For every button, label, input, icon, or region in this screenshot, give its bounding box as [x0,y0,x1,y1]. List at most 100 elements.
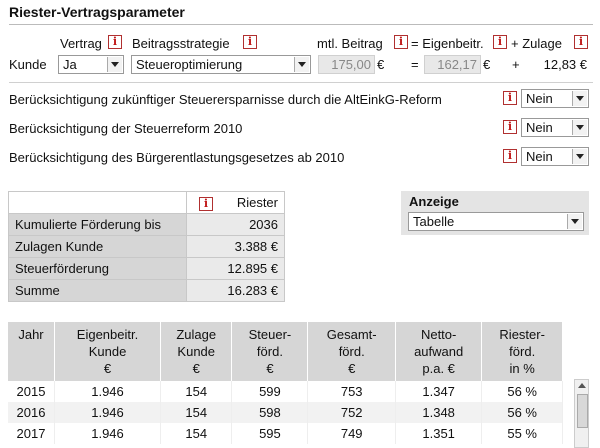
table-cell: 752 [307,402,396,423]
col-header-eigenbeitrag: Eigenbeitr. Kunde € [54,322,162,381]
summary-row-value: 3.388 € [186,235,285,258]
summary-row: Steuerförderung 12.895 € [8,257,285,280]
table-cell: 154 [160,381,233,402]
page-title: Riester-Vertragsparameter [9,4,185,20]
summary-row-label: Zulagen Kunde [8,235,187,258]
col-header-gesamtfoerderung: Gesamt-förd. € [307,322,396,381]
summary-row-label: Steuerförderung [8,257,187,280]
option-info-icon[interactable]: i [503,149,517,163]
chevron-down-icon [107,57,122,72]
eigenbeitrag-info-icon[interactable]: i [493,35,507,49]
chevron-down-icon [572,91,587,106]
table-row: 2017 1.946 154 595 749 1.351 55 % [8,423,563,444]
summary-row-value: 16.283 € [186,279,285,302]
table-cell: 595 [231,423,309,444]
summary-row: Summe 16.283 € [8,279,285,302]
anzeige-label: Anzeige [409,194,459,209]
beitrag-label: mtl. Beitrag [317,36,383,51]
option-select-buergerentlastung[interactable]: Nein [521,147,589,166]
option-select-altinkg[interactable]: Nein [521,89,589,108]
strategie-select[interactable]: Steueroptimierung [131,55,311,74]
summary-header-row: i Riester [8,191,285,214]
chevron-down-icon [567,214,582,229]
option-label-altinkg: Berücksichtigung zukünftiger Steuererspa… [9,92,442,107]
table-cell: 599 [231,381,309,402]
option-info-icon[interactable]: i [503,91,517,105]
table-scrollbar[interactable] [574,379,589,448]
option-select-value: Nein [526,120,553,135]
chevron-down-icon [572,149,587,164]
beitrag-unit: € [377,57,385,72]
summary-header-empty [8,191,187,214]
table-cell: 56 % [481,402,563,423]
vertrag-select[interactable]: Ja [58,55,124,74]
option-label-steuerreform: Berücksichtigung der Steuerreform 2010 [9,121,243,136]
summary-row-label: Kumulierte Förderung bis [8,213,187,236]
vertrag-info-icon[interactable]: i [108,35,122,49]
table-cell: 154 [160,402,233,423]
table-cell: 753 [307,381,396,402]
col-header-zulage: Zulage Kunde € [160,322,233,381]
scrollbar-thumb[interactable] [577,394,588,428]
anzeige-select-value: Tabelle [413,214,455,229]
eigenbeitrag-unit: € [483,57,491,72]
table-row: 2015 1.946 154 599 753 1.347 56 % [8,381,563,402]
table-cell: 1.351 [395,423,483,444]
summary-row: Zulagen Kunde 3.388 € [8,235,285,258]
table-cell: 2015 [8,381,55,402]
table-cell: 1.946 [54,423,162,444]
summary-row: Kumulierte Förderung bis 2036 [8,213,285,236]
anzeige-panel: Anzeige Tabelle [401,191,589,235]
chevron-down-icon [294,57,309,72]
equals-sign: = [411,57,419,72]
beitrag-field: 175,00 [318,55,375,74]
table-cell: 1.946 [54,402,162,423]
table-cell: 55 % [481,423,563,444]
table-cell: 56 % [481,381,563,402]
title-divider [9,24,593,25]
chevron-down-icon [572,120,587,135]
anzeige-select[interactable]: Tabelle [408,212,584,231]
option-select-value: Nein [526,91,553,106]
col-header-steuerfoerderung: Steuer-förd. € [231,322,309,381]
summary-row-value: 12.895 € [186,257,285,280]
summary-header-label: Riester [236,194,278,210]
eigenbeitrag-field: 162,17 [424,55,481,74]
summary-info-icon[interactable]: i [199,196,213,211]
table-cell: 2016 [8,402,55,423]
col-header-riesterfoerderung: Riester-förd. in % [481,322,563,381]
beitrag-info-icon[interactable]: i [394,35,408,49]
eigenbeitrag-label: = Eigenbeitr. [411,36,484,51]
option-select-value: Nein [526,149,553,164]
table-row: 2016 1.946 154 598 752 1.348 56 % [8,402,563,423]
kunde-label: Kunde [9,57,47,72]
col-header-jahr: Jahr [8,322,55,381]
zulage-value: 12,83 € [543,57,587,72]
table-cell: 154 [160,423,233,444]
summary-table: i Riester Kumulierte Förderung bis 2036 … [8,191,285,302]
col-header-nettoaufwand: Netto-aufwand p.a. € [395,322,483,381]
summary-row-value: 2036 [186,213,285,236]
table-cell: 2017 [8,423,55,444]
option-select-steuerreform[interactable]: Nein [521,118,589,137]
option-label-buergerentlastung: Berücksichtigung des Bürgerentlastungsge… [9,150,345,165]
strategie-label: Beitragsstrategie [132,36,230,51]
summary-header-cell: i Riester [186,191,285,214]
table-cell: 598 [231,402,309,423]
yearly-table: Jahr Eigenbeitr. Kunde € Zulage Kunde € Steu… [8,322,563,444]
zulage-label: + Zulage [511,36,562,51]
table-cell: 1.348 [395,402,483,423]
vertrag-select-value: Ja [63,57,77,72]
strategie-select-value: Steueroptimierung [136,57,243,72]
yearly-header-row: Jahr Eigenbeitr. Kunde € Zulage Kunde € Steu… [8,322,563,381]
option-info-icon[interactable]: i [503,120,517,134]
vertrag-label: Vertrag [60,36,102,51]
strategie-info-icon[interactable]: i [243,35,257,49]
table-cell: 1.946 [54,381,162,402]
table-cell: 1.347 [395,381,483,402]
zulage-info-icon[interactable]: i [574,35,588,49]
summary-row-label: Summe [8,279,187,302]
table-cell: 749 [307,423,396,444]
scroll-up-icon[interactable] [578,383,586,388]
param-divider [9,82,593,83]
